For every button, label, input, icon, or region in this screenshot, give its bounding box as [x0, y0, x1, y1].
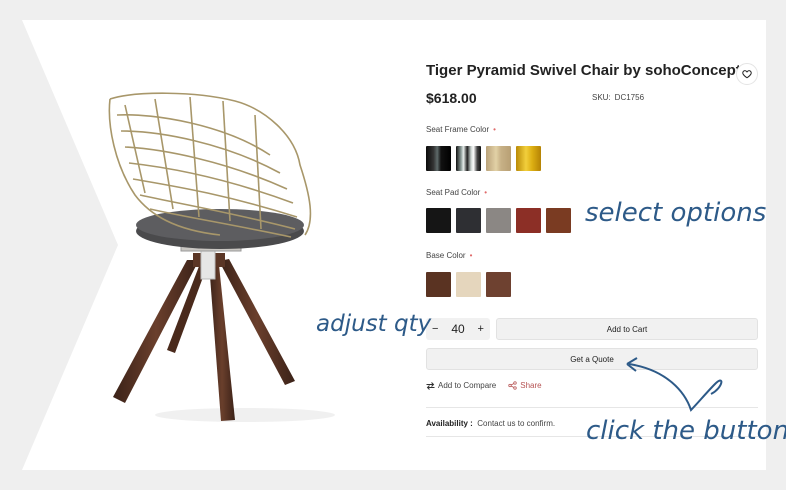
- product-title: Tiger Pyramid Swivel Chair by sohoConcep…: [426, 62, 741, 79]
- wishlist-button[interactable]: [736, 63, 758, 85]
- base-color-swatches: [426, 272, 511, 297]
- action-links: Add to Compare Share: [426, 381, 542, 390]
- swatch-black-chrome[interactable]: [426, 146, 451, 171]
- availability-value: Contact us to confirm.: [477, 419, 556, 428]
- add-to-compare-link[interactable]: Add to Compare: [426, 381, 496, 390]
- sku-value: DC1756: [614, 93, 645, 102]
- seat-pad-label-text: Seat Pad Color: [426, 188, 481, 197]
- seat-pad-swatch-1[interactable]: [426, 208, 451, 233]
- annotation-adjust-qty: adjust qty: [316, 311, 432, 337]
- seat-pad-swatch-5[interactable]: [546, 208, 571, 233]
- base-color-label: Base Color •: [426, 251, 472, 260]
- swatch-gold[interactable]: [516, 146, 541, 171]
- compare-arrows-icon: [426, 381, 435, 390]
- seat-pad-swatch-2[interactable]: [456, 208, 481, 233]
- base-color-label-text: Base Color: [426, 251, 466, 260]
- required-mark: •: [484, 188, 488, 197]
- decrease-qty-button[interactable]: −: [432, 323, 438, 335]
- availability: Availability : Contact us to confirm.: [426, 419, 555, 428]
- annotation-select-options: select options: [585, 198, 767, 228]
- swatch-champagne[interactable]: [486, 146, 511, 171]
- share-icon: [508, 381, 517, 390]
- sku: SKU: DC1756: [592, 93, 644, 102]
- availability-label: Availability :: [426, 419, 473, 428]
- swatch-chrome[interactable]: [456, 146, 481, 171]
- required-mark: •: [493, 125, 496, 134]
- share-link[interactable]: Share: [508, 381, 542, 390]
- seat-pad-label: Seat Pad Color •: [426, 188, 487, 197]
- page: Tiger Pyramid Swivel Chair by sohoConcep…: [0, 0, 786, 490]
- required-mark: •: [469, 251, 473, 260]
- seat-frame-swatches: [426, 146, 541, 171]
- compare-label: Add to Compare: [438, 381, 497, 390]
- seat-frame-label-text: Seat Frame Color: [426, 125, 490, 134]
- annotation-arrow: [626, 357, 723, 412]
- sku-label: SKU:: [592, 93, 611, 102]
- product-price: $618.00: [426, 90, 477, 106]
- base-swatch-3[interactable]: [486, 272, 511, 297]
- seat-frame-label: Seat Frame Color •: [426, 125, 496, 134]
- product-image: [108, 92, 335, 422]
- add-to-cart-button[interactable]: Add to Cart: [496, 318, 758, 340]
- share-label: Share: [520, 381, 542, 390]
- base-swatch-1[interactable]: [426, 272, 451, 297]
- increase-qty-button[interactable]: +: [478, 323, 484, 335]
- quantity-value[interactable]: 40: [451, 322, 464, 336]
- seat-pad-swatch-4[interactable]: [516, 208, 541, 233]
- quantity-stepper: − 40 +: [426, 318, 490, 340]
- seat-pad-swatches: [426, 208, 571, 233]
- base-swatch-2[interactable]: [456, 272, 481, 297]
- seat-pad-swatch-3[interactable]: [486, 208, 511, 233]
- heart-icon: [742, 70, 752, 79]
